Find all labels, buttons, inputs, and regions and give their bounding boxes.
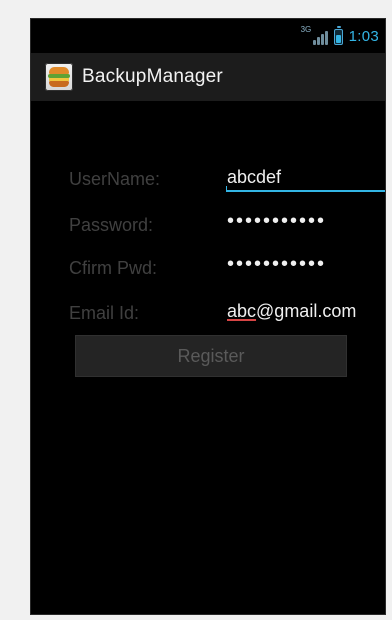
signal-bar-2 (316, 36, 320, 45)
battery-icon (333, 25, 343, 45)
email-label: Email Id: (69, 303, 140, 323)
confirm-password-input[interactable]: ••••••••••• (227, 253, 385, 276)
email-spellcheck-word: abc (227, 301, 257, 321)
signal-bar-3 (320, 33, 324, 45)
register-button[interactable]: Register (75, 335, 347, 377)
registration-form: UserName: abcdef Password: ••••••••••• C… (31, 101, 385, 614)
email-input[interactable]: abc@gmail.com (227, 301, 385, 322)
app-icon-bun-bottom (49, 81, 69, 87)
phone-screen: 3G 1:03 BackupManager UserName: abcdef P… (30, 18, 386, 615)
username-label: UserName: (69, 169, 161, 189)
password-row: Password: ••••••••••• (69, 207, 359, 239)
burger-app-icon[interactable] (45, 63, 73, 91)
status-right: 3G 1:03 (301, 25, 379, 46)
signal-bar-1 (312, 39, 316, 45)
signal-bar-4 (324, 30, 328, 45)
email-domain-text: @gmail.com (256, 301, 357, 321)
confirm-password-row: Cfirm Pwd: ••••••••••• (69, 250, 359, 282)
status-bar: 3G 1:03 (31, 19, 385, 53)
username-row: UserName: abcdef (69, 161, 385, 193)
app-title: BackupManager (82, 66, 223, 87)
app-icon-bun-top (49, 67, 69, 74)
username-focus-underline (226, 186, 385, 192)
email-row: Email Id: abc@gmail.com (69, 295, 359, 327)
status-time: 1:03 (348, 28, 379, 45)
network-type-label: 3G (300, 24, 312, 34)
password-input[interactable]: ••••••••••• (227, 210, 385, 233)
username-input[interactable]: abcdef (227, 167, 385, 188)
signal-icon: 3G (301, 25, 328, 45)
password-label: Password: (69, 215, 154, 235)
action-bar: BackupManager (31, 53, 385, 101)
confirm-password-label: Cfirm Pwd: (69, 258, 158, 278)
